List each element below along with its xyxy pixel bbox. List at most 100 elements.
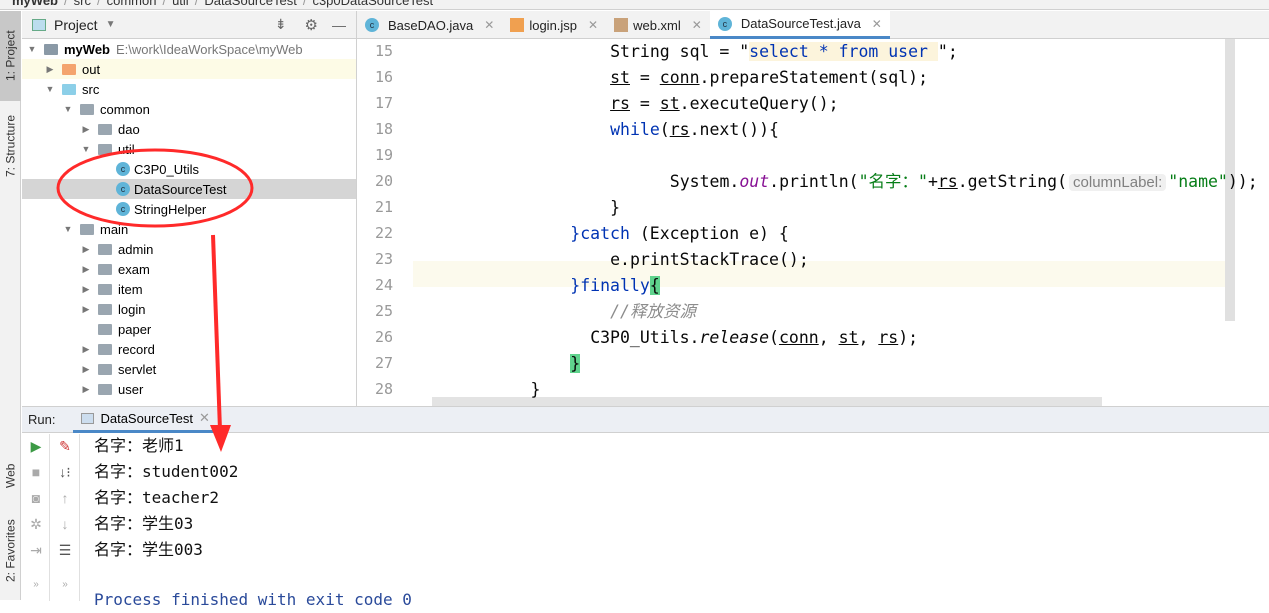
code-line[interactable]: while(rs.next()){	[610, 117, 779, 143]
code-line[interactable]: }	[570, 351, 581, 377]
gear-icon[interactable]: ⚙	[305, 16, 318, 34]
up-icon[interactable]: ↑	[51, 490, 79, 506]
code-line[interactable]: System.out.println("名字："+rs.getString(co…	[670, 169, 1258, 195]
code-line[interactable]: }	[610, 195, 620, 221]
line-number: 21	[374, 198, 393, 216]
hide-icon[interactable]: —	[332, 17, 346, 33]
close-icon[interactable]: ✕	[872, 17, 882, 31]
class-icon: c	[116, 162, 130, 176]
close-icon[interactable]: ✕	[588, 18, 598, 32]
breadcrumb-item[interactable]: src	[74, 0, 91, 8]
breadcrumb-item[interactable]: myWeb	[12, 0, 58, 8]
tree-item[interactable]: ▼ main	[22, 219, 356, 239]
close-icon[interactable]: ✕	[692, 18, 702, 32]
close-icon[interactable]: ✕	[199, 410, 210, 426]
more-icon[interactable]: »	[22, 579, 50, 590]
module-icon	[44, 43, 58, 55]
chevron-right-icon[interactable]: ▶	[80, 384, 92, 395]
tree-item[interactable]: ▶ dao	[22, 119, 356, 139]
tool-tab-web[interactable]: Web	[0, 451, 21, 501]
sort-icon[interactable]: ↓⁝	[51, 464, 79, 481]
tree-item[interactable]: ▶ record	[22, 339, 356, 359]
tree-item[interactable]: ▶ servlet	[22, 359, 356, 379]
tree-item[interactable]: ▶ login	[22, 299, 356, 319]
tree-item[interactable]: c StringHelper	[22, 199, 356, 219]
code-token: +	[927, 172, 938, 191]
code-line[interactable]: C3P0_Utils.release(conn, st, rs);	[590, 325, 918, 351]
line-number: 25	[374, 302, 393, 320]
breadcrumb-item[interactable]: c3p0DataSourceTest	[312, 0, 433, 8]
code-line[interactable]: e.printStackTrace();	[610, 247, 809, 273]
code-line[interactable]: String sql = "select * from user ";	[610, 39, 958, 65]
down-icon[interactable]: ↓	[51, 516, 79, 532]
chevron-right-icon[interactable]: ▶	[80, 124, 92, 135]
tree-item-label: login	[118, 301, 146, 317]
code-token: .executeQuery();	[679, 94, 839, 113]
chevron-down-icon[interactable]: ▼	[62, 104, 74, 114]
breadcrumb-item[interactable]: util	[172, 0, 189, 8]
editor-tab[interactable]: web.xml ✕	[606, 11, 710, 39]
chevron-down-icon[interactable]: ▼	[80, 144, 92, 154]
tree-item[interactable]: ▼ common	[22, 99, 356, 119]
tree-item[interactable]: ▶ admin	[22, 239, 356, 259]
breadcrumb-separator: /	[194, 0, 199, 8]
breadcrumb-item[interactable]: common	[107, 0, 157, 8]
code-line[interactable]: }finally{	[570, 273, 660, 299]
chevron-down-icon[interactable]: ▼	[26, 44, 38, 54]
console-line: 名字：学生003	[94, 540, 203, 559]
collapse-all-icon[interactable]: ⇟	[275, 16, 287, 33]
tree-item[interactable]: c C3P0_Utils	[22, 159, 356, 179]
tree-item[interactable]: c DataSourceTest	[22, 179, 356, 199]
code-line[interactable]: }catch (Exception e) {	[570, 221, 789, 247]
tree-item[interactable]: ▶ item	[22, 279, 356, 299]
tree-item[interactable]: paper	[22, 319, 356, 339]
editor-tab[interactable]: c DataSourceTest.java ✕	[709, 11, 890, 39]
chevron-down-icon[interactable]: ▼	[106, 19, 116, 30]
code-line[interactable]: rs = st.executeQuery();	[610, 91, 839, 117]
tree-item[interactable]: ▼ src	[22, 79, 356, 99]
tree-item-label: servlet	[118, 361, 157, 377]
chevron-right-icon[interactable]: ▶	[80, 244, 92, 255]
editor-tab[interactable]: login.jsp ✕	[502, 11, 606, 39]
chevron-down-icon[interactable]: ▼	[62, 224, 74, 234]
chevron-right-icon[interactable]: ▶	[80, 364, 92, 375]
tool-tab-structure[interactable]: 7: Structure	[0, 106, 21, 186]
tree-item[interactable]: ▶ exam	[22, 259, 356, 279]
code-token: (	[769, 328, 779, 347]
exit-icon[interactable]: ⇥	[22, 542, 50, 559]
class-icon: c	[116, 202, 130, 216]
code-line[interactable]: }	[531, 377, 541, 403]
close-icon[interactable]: ✕	[484, 18, 494, 32]
xml-file-icon	[614, 18, 629, 32]
breadcrumb-item[interactable]: DataSourceTest	[204, 0, 297, 8]
code-line[interactable]: //释放资源	[610, 299, 696, 325]
chevron-right-icon[interactable]: ▶	[80, 284, 92, 295]
tree-item[interactable]: ▶ out	[22, 59, 356, 79]
tool-tab-favorites[interactable]: 2: Favorites	[0, 511, 21, 591]
project-view-selector[interactable]: Project	[54, 17, 98, 33]
more-icon[interactable]: »	[51, 579, 79, 590]
chevron-right-icon[interactable]: ▶	[44, 64, 56, 75]
tab-label: web.xml	[633, 17, 681, 33]
run-tab[interactable]: DataSourceTest ✕	[73, 407, 218, 433]
code-line[interactable]: st = conn.prepareStatement(sql);	[610, 65, 928, 91]
tool-tab-project[interactable]: 1: Project	[0, 11, 21, 101]
camera-icon[interactable]: ◙	[22, 490, 50, 506]
chevron-right-icon[interactable]: ▶	[80, 344, 92, 355]
chevron-right-icon[interactable]: ▶	[80, 304, 92, 315]
tree-item[interactable]: ▶ user	[22, 379, 356, 399]
tree-item-label: main	[100, 221, 129, 237]
code-editor[interactable]: 15 String sql = "select * from user "; 16 s…	[357, 39, 1269, 406]
editor-tab[interactable]: c BaseDAO.java ✕	[357, 11, 502, 39]
debug-icon[interactable]: ✲	[22, 516, 50, 533]
tree-item-label: exam	[118, 261, 150, 277]
wrap-icon[interactable]: ☰	[51, 542, 79, 559]
tree-item[interactable]: ▼ util	[22, 139, 356, 159]
code-token: }	[570, 224, 581, 243]
chevron-right-icon[interactable]: ▶	[80, 264, 92, 275]
clear-icon[interactable]: ✎	[51, 438, 79, 455]
stop-icon[interactable]: ■	[22, 464, 50, 480]
chevron-down-icon[interactable]: ▼	[44, 84, 56, 94]
rerun-icon[interactable]: ▶	[22, 438, 50, 455]
tree-root[interactable]: ▼ myWeb E:\work\IdeaWorkSpace\myWeb	[22, 39, 356, 59]
